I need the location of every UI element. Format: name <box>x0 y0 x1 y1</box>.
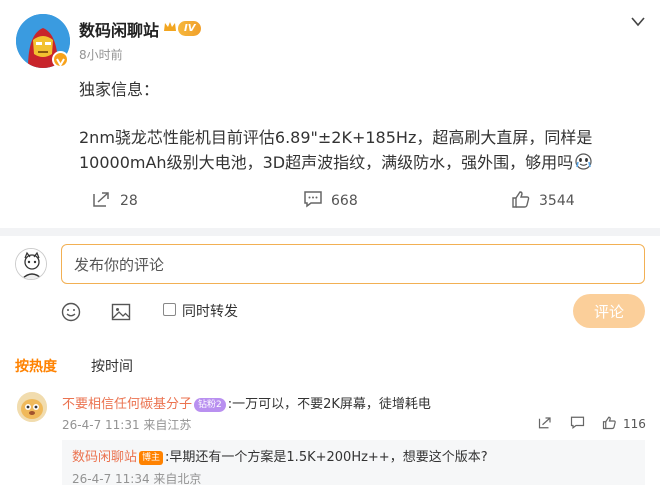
comment-repost-icon[interactable] <box>538 415 553 434</box>
comment-count: 668 <box>331 193 358 209</box>
reply-author-name[interactable]: 数码闲聊站 <box>72 450 137 465</box>
reply-text: :早期还有一个方案是1.5K+200Hz++，想要这个版本? <box>165 450 488 465</box>
comment-like-count: 116 <box>623 417 646 431</box>
author-name[interactable]: 数码闲聊站 <box>79 17 159 41</box>
comment-meta: 26-4-7 11:31 来自江苏 <box>62 418 192 432</box>
chevron-down-icon[interactable] <box>628 14 648 28</box>
commenter-avatar[interactable] <box>17 392 47 422</box>
repost-checkbox-label[interactable]: 同时转发 <box>182 301 238 321</box>
crying-emoji-icon <box>575 153 592 170</box>
crown-icon <box>163 19 177 38</box>
like-button[interactable]: 3544 <box>511 190 575 212</box>
repost-checkbox[interactable] <box>163 303 176 316</box>
comment-input[interactable]: 发布你的评论 <box>61 244 645 284</box>
reply-meta: 26-4-7 11:34 来自北京 <box>72 472 202 485</box>
like-count: 3544 <box>539 193 575 209</box>
verified-badge-icon <box>52 51 69 68</box>
post-time[interactable]: 8小时前 <box>79 46 123 63</box>
commenter-name[interactable]: 不要相信任何碳基分子 <box>62 397 192 412</box>
tab-by-time[interactable]: 按时间 <box>91 356 133 376</box>
post-text-content: 10000mAh级别大电池，3D超声波指纹，满级防水，强外围，够用吗 <box>79 153 574 172</box>
repost-icon <box>92 190 112 212</box>
thumbs-up-icon <box>511 190 531 212</box>
my-avatar[interactable] <box>15 248 47 280</box>
comment-text: :一万可以，不要2K屏幕，徒增耗电 <box>227 397 431 412</box>
repost-count: 28 <box>120 193 138 209</box>
comment-input-placeholder: 发布你的评论 <box>74 255 165 274</box>
fan-medal-badge: 钻粉2 <box>194 398 226 412</box>
reply-line: 数码闲聊站 博主:早期还有一个方案是1.5K+200Hz++，想要这个版本? <box>72 446 488 465</box>
thumbs-up-icon <box>602 415 617 433</box>
repost-button[interactable]: 28 <box>92 190 138 212</box>
level-badge: IV <box>178 21 202 36</box>
post-text-line: 10000mAh级别大电池，3D超声波指纹，满级防水，强外围，够用吗 <box>79 149 592 173</box>
comment-reply-icon[interactable] <box>570 415 585 434</box>
comment-icon <box>303 190 323 212</box>
section-divider <box>0 228 660 236</box>
emoji-icon[interactable] <box>61 302 81 322</box>
tab-by-hot[interactable]: 按热度 <box>15 356 57 376</box>
post-text-line: 2nm骁龙芯性能机目前评估6.89"±2K+185Hz，超高刷大直屏，同样是 <box>79 128 593 147</box>
author-badge: 博主 <box>139 451 164 465</box>
comment-button[interactable]: 668 <box>303 190 358 212</box>
image-icon[interactable] <box>111 302 131 322</box>
post-text-line: 独家信息： <box>79 80 160 99</box>
submit-comment-button[interactable]: 评论 <box>573 294 645 328</box>
comment-line: 不要相信任何碳基分子 钻粉2:一万可以，不要2K屏幕，徒增耗电 <box>62 393 431 412</box>
comment-like-button[interactable]: 116 <box>602 415 646 433</box>
